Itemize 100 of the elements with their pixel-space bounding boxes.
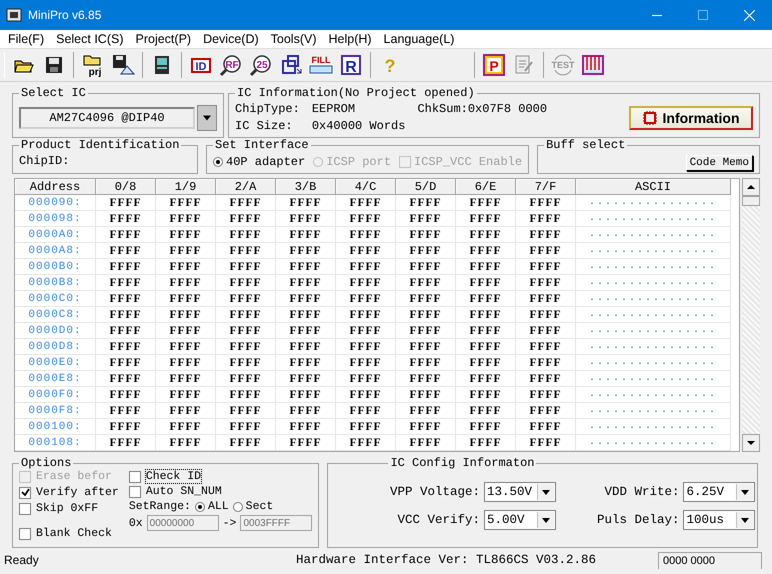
range-end-field[interactable]: 0003FFFF	[240, 515, 312, 531]
column-header[interactable]: 4/C	[336, 179, 396, 195]
table-cell: FFFF	[516, 435, 576, 451]
checkbox[interactable]	[19, 528, 31, 540]
address-cell: 0000F0:	[15, 387, 96, 403]
field-label: VDD Write:	[603, 485, 680, 499]
scroll-thumb[interactable]	[742, 196, 760, 206]
chip-pins-icon	[581, 53, 605, 77]
table-cell: FFFF	[216, 211, 276, 227]
dropdown-button[interactable]	[197, 104, 217, 130]
ascii-cell: ................	[576, 371, 731, 387]
group-label: Product Identification	[20, 138, 180, 152]
checkbox[interactable]	[19, 486, 31, 498]
group-label: Set Interface	[214, 138, 310, 152]
toolbar-button[interactable]	[579, 52, 607, 78]
address-cell: 0000B0:	[15, 259, 96, 275]
table-cell: FFFF	[396, 435, 456, 451]
table-cell: FFFF	[216, 307, 276, 323]
menu-item[interactable]: Project(P)	[130, 32, 198, 46]
table-cell: FFFF	[336, 211, 396, 227]
range-start-field[interactable]: 00000000	[146, 515, 219, 531]
radio-button[interactable]	[232, 502, 243, 512]
address-cell: 0000E8:	[15, 371, 96, 387]
column-header[interactable]: Address	[15, 179, 96, 195]
ascii-cell: ................	[576, 243, 731, 259]
option-label: Sect	[246, 500, 274, 513]
radio-button[interactable]	[194, 502, 205, 512]
menu-item[interactable]: File(F)	[2, 32, 50, 46]
column-header[interactable]: 3/B	[276, 179, 336, 195]
table-cell: FFFF	[336, 291, 396, 307]
column-header[interactable]: 0/8	[96, 179, 156, 195]
code-memo-button[interactable]: Code Memo	[686, 155, 753, 171]
window-title: MiniPro v6.85	[28, 8, 102, 22]
ic-select-field[interactable]: AM27C4096 @DIP40	[19, 106, 195, 128]
table-cell: FFFF	[216, 355, 276, 371]
table-cell: FFFF	[516, 355, 576, 371]
voltage-dropdown[interactable]: 5.00V	[484, 510, 556, 530]
menu-item[interactable]: Tools(V)	[264, 32, 322, 46]
column-header[interactable]: 1/9	[156, 179, 216, 195]
table-cell: FFFF	[96, 419, 156, 435]
table-cell: FFFF	[96, 323, 156, 339]
column-header[interactable]: 7/F	[516, 179, 576, 195]
column-header[interactable]: ASCII	[576, 179, 731, 195]
range-label: SetRange:	[128, 500, 191, 513]
close-icon	[744, 10, 754, 20]
voltage-dropdown[interactable]: 13.50V	[484, 482, 556, 502]
group-label: IC Config Informaton	[389, 456, 536, 470]
table-cell: FFFF	[96, 243, 156, 259]
table-cell: FFFF	[336, 339, 396, 355]
maximize-icon	[698, 10, 708, 20]
table-cell: FFFF	[336, 259, 396, 275]
table-cell: FFFF	[396, 291, 456, 307]
option-label: ICSP_VCC Enable	[414, 154, 522, 168]
scrollbar[interactable]	[742, 178, 760, 452]
information-button[interactable]: Information	[629, 106, 753, 130]
scroll-up-button[interactable]	[742, 178, 760, 196]
checkbox-label: Auto SN_NUM	[146, 485, 222, 498]
table-cell: FFFF	[396, 419, 456, 435]
menu-item[interactable]: Help(H)	[322, 32, 378, 46]
table-cell: FFFF	[96, 275, 156, 291]
hex-prefix: 0x	[128, 516, 143, 530]
menu-item[interactable]: Device(D)	[197, 32, 265, 46]
table-cell: FFFF	[516, 275, 576, 291]
table-cell: FFFF	[276, 291, 336, 307]
up-arrow-icon	[747, 185, 755, 189]
status-text: Ready	[3, 553, 40, 567]
ascii-cell: ................	[576, 387, 731, 403]
voltage-dropdown[interactable]: 100us	[683, 510, 756, 530]
down-arrow-icon	[747, 441, 755, 445]
table-cell: FFFF	[156, 403, 216, 419]
table-cell: FFFF	[276, 339, 336, 355]
checkbox[interactable]	[128, 486, 141, 498]
table-cell: FFFF	[96, 291, 156, 307]
column-header[interactable]: 2/A	[216, 179, 276, 195]
menu-item[interactable]: Select IC(S)	[50, 32, 130, 46]
radio-button[interactable]	[213, 156, 223, 166]
table-cell: FFFF	[396, 371, 456, 387]
address-cell: 0000B8:	[15, 275, 96, 291]
column-header[interactable]: 5/D	[396, 179, 456, 195]
voltage-dropdown[interactable]: 6.25V	[683, 482, 756, 502]
table-cell: FFFF	[396, 259, 456, 275]
table-cell: FFFF	[156, 211, 216, 227]
table-cell: FFFF	[276, 387, 336, 403]
table-cell: FFFF	[456, 307, 516, 323]
checkbox[interactable]	[128, 470, 141, 482]
caret-icon	[740, 518, 750, 522]
table-cell: FFFF	[156, 195, 216, 211]
table-cell: FFFF	[396, 243, 456, 259]
scroll-down-button[interactable]	[742, 434, 760, 452]
table-cell: FFFF	[396, 211, 456, 227]
ascii-cell: ................	[576, 211, 731, 227]
field-label: Puls Delay:	[596, 513, 680, 527]
column-header[interactable]: 6/E	[456, 179, 516, 195]
checkbox[interactable]	[19, 502, 31, 514]
table-cell: FFFF	[276, 403, 336, 419]
caret-icon	[540, 490, 551, 494]
table-cell: FFFF	[156, 387, 216, 403]
table-cell: FFFF	[156, 323, 216, 339]
table-cell: FFFF	[156, 307, 216, 323]
menu-item[interactable]: Language(L)	[378, 32, 460, 46]
